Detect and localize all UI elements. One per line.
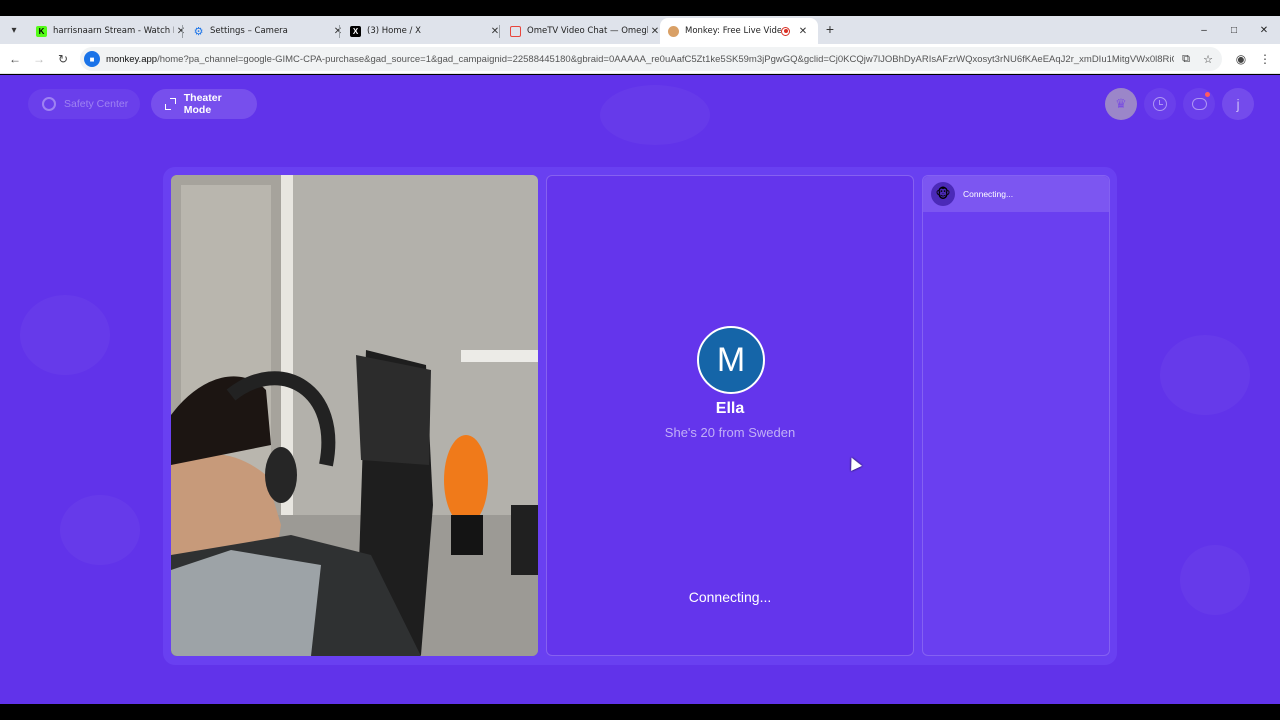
chat-bubble-icon bbox=[1191, 98, 1207, 110]
stranger-panel: M Ella She's 20 from Sweden Connecting..… bbox=[546, 175, 914, 656]
recording-icon bbox=[781, 26, 790, 36]
notification-dot bbox=[1205, 92, 1210, 97]
gems-button[interactable]: ♛ bbox=[1105, 88, 1137, 120]
url-text: monkey.app/home?pa_channel=google-GIMC-C… bbox=[106, 54, 1174, 65]
minimize-button[interactable]: – bbox=[1194, 20, 1214, 40]
tab-title: OmeTV Video Chat — Omegle bbox=[527, 26, 648, 36]
chat-header: 🐵 Connecting... bbox=[923, 176, 1109, 212]
tab-x[interactable]: X (3) Home / X ✕ bbox=[342, 18, 510, 44]
stranger-name: Ella bbox=[715, 400, 745, 417]
camera-permission-icon[interactable]: ■ bbox=[84, 51, 100, 67]
monkey-page: Safety Center Theater Mode ♛ j M Ella Sh… bbox=[0, 75, 1280, 704]
shield-icon bbox=[42, 97, 56, 111]
background-pattern bbox=[20, 295, 110, 375]
stranger-avatar: M bbox=[697, 326, 765, 394]
chat-panel: 🐵 Connecting... bbox=[922, 175, 1110, 656]
monkey-icon bbox=[668, 25, 679, 37]
x-icon: X bbox=[350, 25, 361, 37]
safety-center-button[interactable]: Safety Center bbox=[28, 89, 141, 119]
install-app-icon[interactable]: ⧉ bbox=[1178, 51, 1194, 67]
tab-divider bbox=[499, 25, 500, 38]
close-window-button[interactable]: ✕ bbox=[1254, 20, 1274, 40]
menu-dots-icon[interactable]: ⋮ bbox=[1256, 50, 1274, 68]
video-chat-stage: M Ella She's 20 from Sweden Connecting..… bbox=[163, 167, 1117, 665]
restore-button[interactable]: □ bbox=[1224, 20, 1244, 40]
chat-status: Connecting... bbox=[963, 189, 1014, 199]
forward-arrow-icon[interactable]: → bbox=[30, 50, 48, 68]
kick-icon: K bbox=[36, 25, 47, 37]
messages-button[interactable] bbox=[1183, 88, 1215, 120]
background-pattern bbox=[600, 85, 710, 145]
theater-mode-button[interactable]: Theater Mode bbox=[151, 89, 257, 119]
stranger-info: She's 20 from Sweden bbox=[664, 425, 796, 440]
tab-title: Settings – Camera bbox=[210, 26, 288, 36]
url-path: /home?pa_channel=google-GIMC-CPA-purchas… bbox=[157, 53, 1174, 65]
tab-search-button[interactable]: ▾ bbox=[4, 20, 24, 40]
url-host: monkey.app bbox=[106, 53, 158, 65]
new-tab-button[interactable]: + bbox=[822, 21, 838, 37]
tab-ometv[interactable]: OmeTV Video Chat — Omegle ✕ bbox=[502, 18, 670, 44]
tab-title: (3) Home / X bbox=[367, 26, 421, 36]
profile-icon[interactable]: ◉ bbox=[1232, 50, 1250, 68]
local-camera-feed bbox=[171, 175, 538, 656]
gear-icon: ⚙ bbox=[193, 25, 204, 38]
safety-center-label: Safety Center bbox=[64, 98, 129, 110]
close-icon[interactable]: ✕ bbox=[796, 24, 810, 38]
star-icon[interactable]: ☆ bbox=[1200, 51, 1216, 67]
background-pattern bbox=[1180, 545, 1250, 615]
expand-icon bbox=[165, 98, 176, 110]
tab-divider bbox=[182, 25, 183, 38]
tab-strip: ▾ K harrisnaarn Stream - Watch Live ✕ ⚙ … bbox=[0, 16, 1280, 44]
history-button[interactable] bbox=[1144, 88, 1176, 120]
tab-kick[interactable]: K harrisnaarn Stream - Watch Live ✕ bbox=[28, 18, 196, 44]
background-pattern bbox=[1160, 335, 1250, 415]
monkey-icon: 🐵 bbox=[931, 182, 955, 206]
gem-basket-icon: ♛ bbox=[1115, 96, 1127, 111]
camera-image bbox=[171, 175, 538, 656]
connection-status: Connecting... bbox=[688, 589, 772, 605]
tab-title: harrisnaarn Stream - Watch Live bbox=[53, 26, 174, 36]
address-bar[interactable]: ■ monkey.app/home?pa_channel=google-GIMC… bbox=[80, 47, 1222, 71]
user-avatar-button[interactable]: j bbox=[1222, 88, 1254, 120]
tab-monkey[interactable]: Monkey: Free Live Video Ch ✕ bbox=[660, 18, 818, 44]
browser-toolbar: ← → ↻ ■ monkey.app/home?pa_channel=googl… bbox=[0, 44, 1280, 74]
tab-title: Monkey: Free Live Video Ch bbox=[685, 26, 781, 36]
tab-settings[interactable]: ⚙ Settings – Camera ✕ bbox=[185, 18, 353, 44]
clock-icon bbox=[1153, 97, 1167, 111]
tab-divider bbox=[339, 25, 340, 38]
back-arrow-icon[interactable]: ← bbox=[6, 50, 24, 68]
theater-mode-label: Theater Mode bbox=[183, 92, 222, 116]
ometv-icon bbox=[510, 25, 521, 37]
background-pattern bbox=[60, 495, 140, 565]
reload-icon[interactable]: ↻ bbox=[54, 50, 72, 68]
screen: ▾ K harrisnaarn Stream - Watch Live ✕ ⚙ … bbox=[0, 0, 1280, 720]
